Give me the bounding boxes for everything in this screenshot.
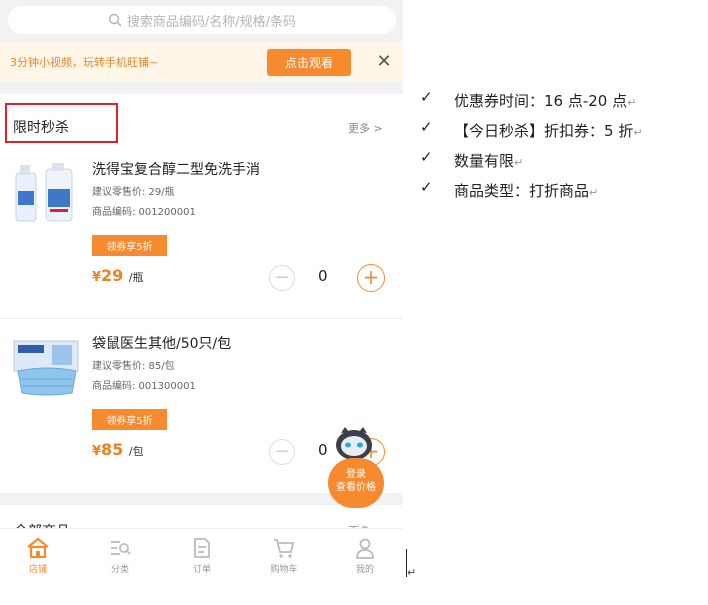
decrease-quantity-button[interactable]: − [269, 265, 295, 291]
watch-video-button[interactable]: 点击观看 [267, 49, 351, 76]
tab-category[interactable]: 分类 [90, 537, 150, 575]
note-text: 商品类型：打折商品↵ [454, 182, 599, 200]
search-icon [108, 13, 122, 27]
coupon-button[interactable]: 领券享5折 [92, 235, 167, 256]
search-bar: 搜索商品编码/名称/规格/条码 [0, 0, 403, 42]
price: ¥29 /瓶 [92, 266, 144, 285]
bottom-tab-bar: 店铺 分类 订单 购物车 我的 [0, 528, 403, 605]
coupon-button[interactable]: 领券享5折 [92, 409, 167, 430]
promo-text: 3分钟小视频，玩转手机旺铺~ [10, 56, 159, 69]
tab-label: 我的 [355, 565, 374, 575]
product-name[interactable]: 袋鼠医生其他/50只/包 [92, 333, 231, 353]
more-link[interactable]: 更多 > [348, 120, 383, 136]
suggested-price: 建议零售价: 29/瓶 [92, 187, 175, 198]
price-value: 29 [101, 266, 124, 285]
flash-sale-title: 限时秒杀 [13, 120, 69, 136]
view-price-label: 查看价格 [336, 482, 376, 493]
quantity-value: 0 [318, 441, 328, 459]
product-name[interactable]: 洗得宝复合醇二型免洗手消 [92, 159, 260, 179]
tab-orders[interactable]: 订单 [172, 537, 232, 575]
check-icon: ✓ [420, 178, 433, 196]
check-icon: ✓ [420, 88, 433, 106]
tab-label: 购物车 [270, 565, 298, 575]
product-card[interactable]: 洗得宝复合醇二型免洗手消 建议零售价: 29/瓶 商品编码: 001200001… [0, 147, 403, 307]
price-unit: /瓶 [128, 271, 144, 284]
tab-cart[interactable]: 购物车 [254, 537, 314, 575]
tab-label: 订单 [192, 565, 211, 575]
hand-sanitizer-image [12, 161, 82, 225]
return-mark: ↵ [589, 186, 599, 199]
decrease-quantity-button[interactable]: − [269, 439, 295, 465]
user-icon [356, 538, 374, 559]
increase-quantity-button[interactable]: + [357, 264, 385, 292]
return-mark: ↵ [514, 156, 524, 169]
home-icon [27, 537, 49, 559]
note-text: 优惠券时间：16 点-20 点↵ [454, 92, 637, 110]
tab-label: 分类 [110, 565, 129, 575]
search-input[interactable]: 搜索商品编码/名称/规格/条码 [8, 6, 396, 34]
price-unit: /包 [128, 445, 144, 458]
mobile-shop-screen: 搜索商品编码/名称/规格/条码 3分钟小视频，玩转手机旺铺~ 点击观看 ✕ 限时… [0, 0, 403, 605]
suggested-price: 建议零售价: 85/包 [92, 361, 175, 372]
quantity-value: 0 [318, 267, 328, 285]
currency-symbol: ¥ [92, 270, 102, 285]
tab-shop[interactable]: 店铺 [8, 537, 68, 575]
login-label: 登录 [346, 469, 366, 480]
product-code: 商品编码: 001300001 [92, 381, 196, 392]
check-icon: ✓ [420, 148, 433, 166]
promo-banner: 3分钟小视频，玩转手机旺铺~ 点击观看 ✕ [0, 42, 403, 82]
login-view-price-button[interactable]: 登录 查看价格 [328, 458, 384, 508]
search-placeholder: 搜索商品编码/名称/规格/条码 [126, 14, 297, 30]
tab-label: 店铺 [28, 565, 47, 575]
tab-mine[interactable]: 我的 [335, 537, 395, 575]
note-text: 【今日秒杀】折扣券：5 折↵ [454, 122, 643, 140]
price: ¥85 /包 [92, 440, 144, 459]
robot-mascot-icon[interactable] [333, 423, 375, 463]
product-code: 商品编码: 001200001 [92, 207, 196, 218]
check-icon: ✓ [420, 118, 433, 136]
note-text: 数量有限↵ [454, 152, 524, 170]
cart-icon [274, 539, 295, 558]
face-mask-image [12, 335, 82, 399]
return-mark-icon: ↵ [407, 566, 417, 579]
currency-symbol: ¥ [92, 444, 102, 459]
price-value: 85 [101, 440, 124, 459]
close-icon[interactable]: ✕ [374, 52, 394, 72]
category-icon [111, 541, 131, 555]
return-mark: ↵ [627, 96, 637, 109]
return-mark: ↵ [633, 126, 643, 139]
order-icon [194, 538, 210, 558]
divider [0, 318, 403, 319]
